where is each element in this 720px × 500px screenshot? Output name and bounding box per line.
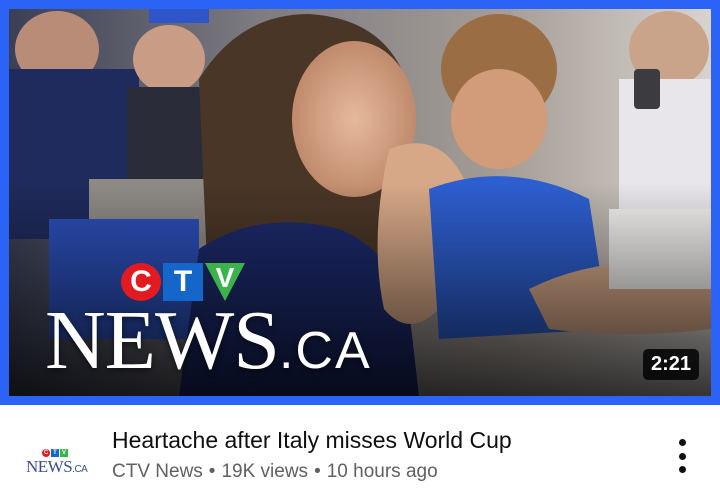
more-dot — [678, 439, 686, 446]
duration-badge: 2:21 — [642, 349, 699, 380]
news-wordmark-text: NEWS — [45, 294, 280, 387]
channel-name[interactable]: CTV News — [112, 461, 203, 482]
meta-separator: • — [208, 461, 216, 482]
news-wordmark-suffix: .CA — [278, 322, 372, 380]
video-metadata: CTV News • 19K views • 10 hours ago — [112, 461, 438, 483]
avatar-ctv-v: V — [60, 449, 68, 457]
video-details: C T V NEWS.CA Heartache after Italy miss… — [0, 405, 720, 500]
avatar-ctv-c: C — [42, 449, 50, 457]
upload-age: 10 hours ago — [326, 461, 438, 482]
avatar-wordmark: NEWS.CA — [26, 457, 88, 477]
more-dot — [678, 452, 686, 460]
more-vert-icon[interactable] — [672, 439, 692, 473]
video-title[interactable]: Heartache after Italy misses World Cup — [112, 427, 512, 454]
avatar-ctv-t: T — [51, 449, 59, 457]
view-count: 19K views — [221, 461, 309, 482]
avatar-wordmark-suffix: .CA — [72, 464, 88, 475]
news-wordmark: NEWS.CA — [45, 299, 372, 393]
channel-avatar[interactable]: C T V NEWS.CA — [22, 449, 90, 479]
more-dot — [678, 466, 686, 473]
meta-separator: • — [314, 461, 321, 482]
video-thumbnail[interactable]: C T V NEWS.CA 2:21 — [0, 0, 720, 405]
video-card: C T V NEWS.CA 2:21 C T V NEWS.CA Heartac… — [0, 0, 720, 500]
avatar-ctv-mark: C T V — [42, 449, 68, 457]
ctv-logo-v-letter: V — [215, 262, 235, 293]
avatar-wordmark-text: NEWS — [26, 457, 73, 476]
